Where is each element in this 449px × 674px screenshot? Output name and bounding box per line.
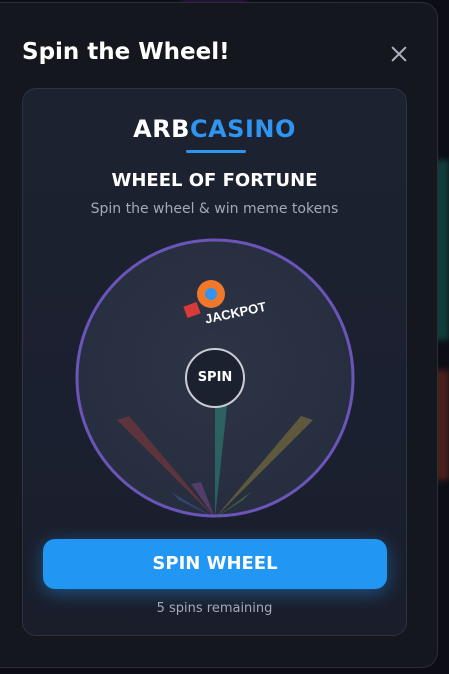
prize-coin-center-icon (205, 288, 217, 300)
wheel-spin-hub[interactable]: SPIN (185, 348, 245, 408)
wheel-heading: WHEEL OF FORTUNE (111, 170, 318, 191)
spin-wheel-modal: Spin the Wheel! ARBCASINO WHEEL OF FORTU… (0, 2, 438, 668)
modal-title: Spin the Wheel! (22, 39, 230, 65)
prize-wheel[interactable]: JACKPOT SPIN (75, 238, 355, 518)
spin-wheel-button[interactable]: SPIN WHEEL (43, 539, 387, 589)
close-icon[interactable] (388, 43, 410, 65)
brand-logo: ARBCASINO (23, 115, 406, 143)
brand-text-arb: ARB (133, 115, 190, 143)
wheel-subheading: Spin the wheel & win meme tokens (90, 201, 339, 217)
wheel-card: ARBCASINO WHEEL OF FORTUNE Spin the whee… (22, 88, 407, 636)
brand-text-casino: CASINO (189, 115, 296, 143)
brand-underline (186, 150, 246, 153)
spins-remaining-text: 5 spins remaining (156, 601, 273, 616)
